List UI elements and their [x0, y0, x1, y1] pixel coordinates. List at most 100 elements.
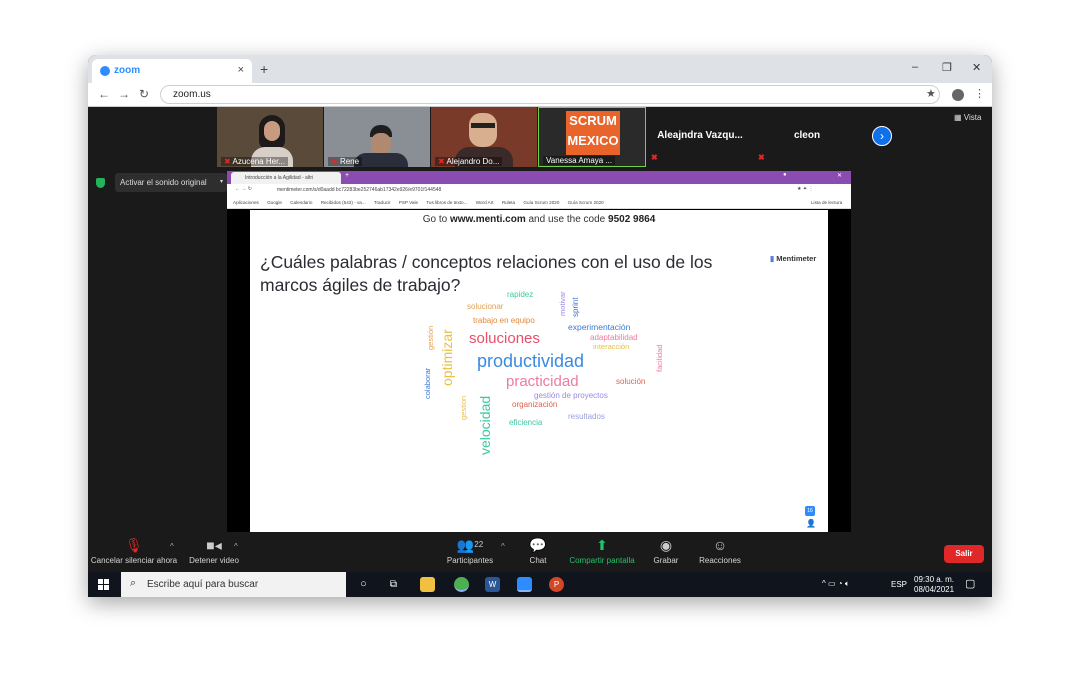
- cloud-word: practicidad: [506, 373, 579, 390]
- cloud-word: facilidad: [655, 344, 664, 372]
- view-button[interactable]: ▦ Vista: [954, 113, 981, 122]
- taskbar-clock[interactable]: 09:30 a. m. 08/04/2021: [914, 575, 954, 595]
- chat-bubble-icon: 💬: [529, 537, 547, 553]
- muted-mic-icon: ✖: [331, 157, 338, 166]
- new-tab-button[interactable]: +: [260, 61, 268, 77]
- language-indicator[interactable]: ESP: [891, 580, 907, 589]
- audience-count-badge: 16: [805, 506, 815, 516]
- zoom-toolbar: 🎙︎ Cancelar silenciar ahora ^ ■◂ Detener…: [88, 532, 992, 572]
- minimize-button[interactable]: –: [912, 61, 918, 73]
- cloud-word: soluciones: [469, 330, 540, 347]
- mentimeter-logo: ▮ Mentimeter: [770, 254, 817, 263]
- scrum-mexico-logo: SCRUM MEXICO: [566, 111, 620, 155]
- cloud-word: organización: [512, 400, 558, 409]
- chevron-up-icon[interactable]: ^: [234, 542, 238, 551]
- zoom-logo-icon: [100, 66, 110, 76]
- participant-name: ✖ Alejandro Do...: [435, 157, 503, 166]
- cloud-word: sprint: [571, 297, 580, 317]
- stop-video-button[interactable]: ■◂ Detener video: [186, 532, 242, 572]
- cloud-word: colaborar: [423, 367, 432, 399]
- shared-screen: Introducción a la Agilidad - altri + ● ✕…: [227, 171, 851, 539]
- shared-url: mentimeter.com/s/d0aadd bc72283be252746a…: [277, 187, 442, 193]
- participants-button[interactable]: 👥22 Participantes: [440, 532, 500, 572]
- back-arrow-icon[interactable]: ←: [98, 87, 110, 101]
- emoji-icon: ☺: [712, 537, 728, 553]
- mute-button[interactable]: 🎙︎ Cancelar silenciar ahora: [90, 532, 178, 572]
- address-bar: ← → ↻ zoom.us ★ ⋮: [88, 83, 992, 107]
- cloud-word: gestion: [459, 395, 468, 420]
- cloud-word: trabajo en equipo: [473, 316, 535, 325]
- system-tray-icons[interactable]: ^ ▭ ◔ 🔈︎: [822, 579, 850, 589]
- close-tab-icon[interactable]: ×: [238, 64, 244, 76]
- cloud-word: rapidez: [507, 290, 534, 299]
- participant-video-active-speaker[interactable]: SCRUM MEXICO Vanessa Amaya ...: [538, 107, 646, 167]
- tab-bar: zoom × + – ❐ ✕: [88, 55, 992, 83]
- cloud-word: eficiencia: [509, 418, 543, 427]
- cloud-word: solucionar: [467, 302, 504, 311]
- cloud-word: velocidad: [477, 395, 493, 455]
- join-instructions: Go to www.menti.com and use the code 950…: [422, 214, 656, 225]
- cortana-circle-icon[interactable]: ○: [356, 577, 371, 592]
- chevron-down-icon: ▾: [219, 179, 223, 185]
- shared-tab: Introducción a la Agilidad - altri: [231, 172, 341, 184]
- powerpoint-icon[interactable]: P: [549, 577, 564, 592]
- cloud-word: gestión de proyectos: [534, 391, 608, 400]
- share-screen-button[interactable]: ⬆ Compartir pantalla: [566, 532, 638, 572]
- participant-name-tile[interactable]: cleon ✖: [754, 107, 860, 167]
- record-icon: ◉: [659, 537, 673, 553]
- participant-name: Vanessa Amaya ...: [543, 156, 616, 165]
- participant-name: ✖ Rene: [328, 157, 363, 166]
- bookmarks-bar: Aplicaciones Google Calendario Recibidos…: [227, 197, 851, 209]
- zoom-meeting-area: ✖ Azucena Her... ✖ Rene ✖ Alejandro Do..…: [88, 107, 992, 539]
- shared-tab-bar: Introducción a la Agilidad - altri + ● ✕: [227, 171, 851, 184]
- reload-icon[interactable]: ↻: [139, 87, 149, 101]
- security-shield-icon: [96, 178, 105, 188]
- cloud-word: productividad: [477, 351, 585, 371]
- task-view-icon[interactable]: ⧉: [386, 577, 401, 592]
- close-window-button[interactable]: ✕: [972, 61, 981, 74]
- leave-meeting-button[interactable]: Salir: [944, 545, 984, 563]
- record-button[interactable]: ◉ Grabar: [648, 532, 684, 572]
- windows-taskbar: ⌕ Escribe aquí para buscar ○ ⧉ W P ^ ▭ ◔…: [88, 572, 992, 597]
- muted-mic-icon: 🎙︎: [125, 537, 143, 553]
- chat-button[interactable]: 💬 Chat: [520, 532, 556, 572]
- participant-name: ✖ Azucena Her...: [221, 157, 288, 166]
- tab-zoom[interactable]: zoom ×: [92, 59, 252, 83]
- bookmark-star-icon[interactable]: ★: [926, 87, 936, 100]
- file-explorer-icon[interactable]: [420, 577, 435, 592]
- muted-mic-icon: ✖: [224, 157, 231, 166]
- chevron-up-icon[interactable]: ^: [170, 542, 174, 551]
- url-field[interactable]: zoom.us: [160, 85, 940, 104]
- cloud-word: interacción: [593, 342, 630, 351]
- next-participants-button[interactable]: ›: [872, 126, 892, 146]
- cloud-word: motivar: [558, 291, 567, 316]
- forward-arrow-icon[interactable]: →: [118, 87, 130, 101]
- cloud-word: optimizar: [439, 329, 455, 386]
- reactions-button[interactable]: ☺ Reacciones: [694, 532, 746, 572]
- taskbar-search-field[interactable]: ⌕ Escribe aquí para buscar: [121, 572, 346, 597]
- zoom-app-icon[interactable]: [517, 577, 532, 592]
- person-icon: 👤: [806, 519, 816, 528]
- participant-name-tile[interactable]: Aleajndra Vazqu... ✖: [647, 107, 753, 167]
- participant-video[interactable]: ✖ Rene: [324, 107, 430, 167]
- cloud-word: solución: [616, 377, 646, 386]
- participants-icon: 👥22: [456, 537, 484, 553]
- participant-video[interactable]: ✖ Alejandro Do...: [431, 107, 537, 167]
- chevron-up-icon[interactable]: ^: [501, 542, 505, 551]
- maximize-button[interactable]: ❐: [942, 61, 952, 74]
- share-screen-icon: ⬆: [596, 537, 608, 553]
- windows-start-icon[interactable]: [98, 579, 109, 590]
- mentimeter-slide: Go to www.menti.com and use the code 950…: [250, 210, 828, 539]
- cloud-word: resultados: [568, 412, 605, 421]
- chrome-icon[interactable]: [454, 577, 469, 592]
- notifications-icon[interactable]: ▢: [965, 577, 975, 590]
- word-icon[interactable]: W: [485, 577, 500, 592]
- search-icon: ⌕: [130, 577, 137, 589]
- muted-mic-icon: ✖: [651, 153, 658, 162]
- profile-avatar[interactable]: [952, 89, 964, 101]
- browser-window: zoom × + – ❐ ✕ ← → ↻ zoom.us ★ ⋮ ✖ Azuce…: [88, 55, 992, 597]
- original-sound-button[interactable]: Activar el sonido original ▾: [115, 173, 227, 192]
- participant-video[interactable]: ✖ Azucena Her...: [217, 107, 323, 167]
- menu-kebab-icon[interactable]: ⋮: [974, 87, 985, 100]
- shared-address-bar: ← → ↻ mentimeter.com/s/d0aadd bc72283be2…: [227, 184, 851, 197]
